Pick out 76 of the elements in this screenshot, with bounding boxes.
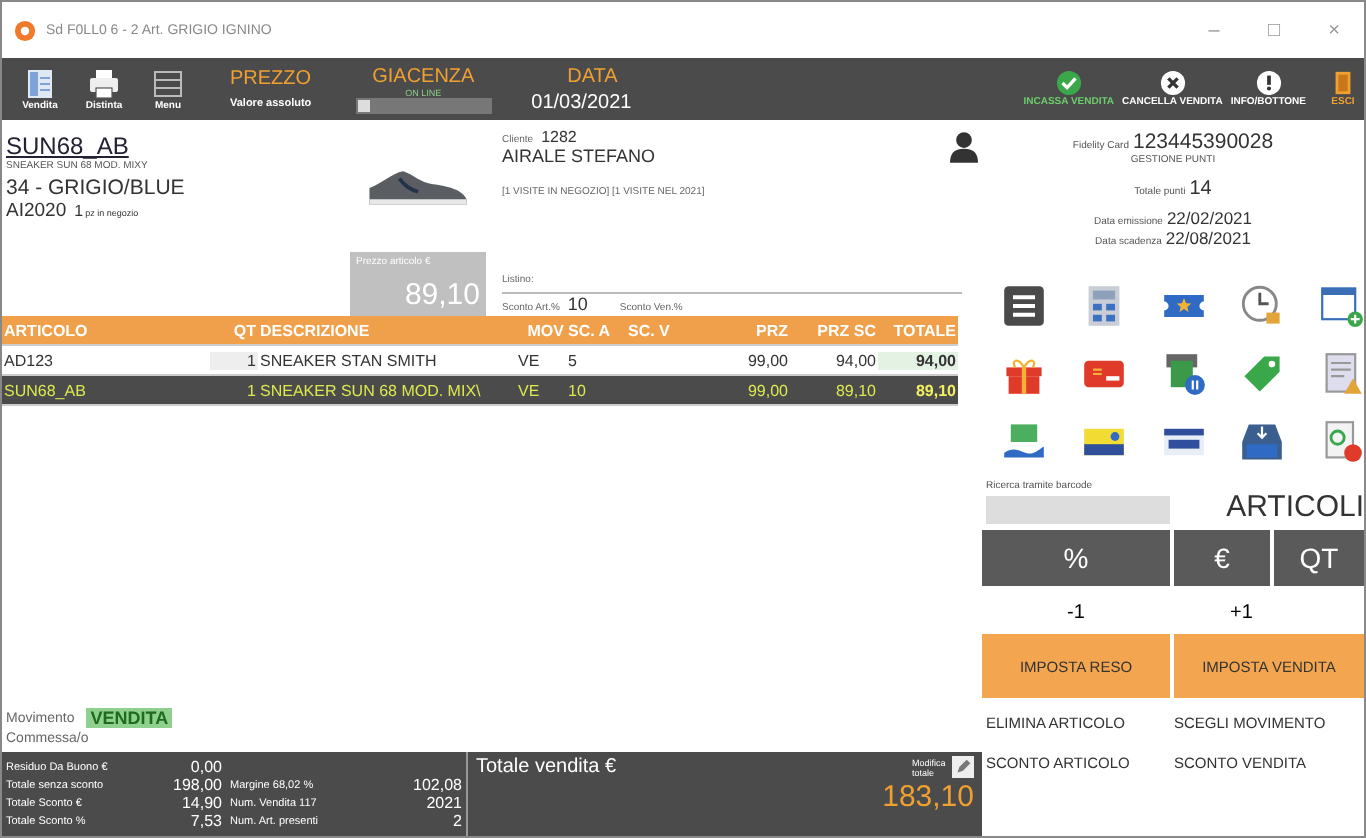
table-cell-text: 1 <box>245 381 258 399</box>
mode-title: ARTICOLI <box>1226 490 1364 524</box>
table-cell-text: VE <box>516 381 542 399</box>
table-cell-text: SNEAKER SUN 68 MOD. MIX\ <box>258 381 483 399</box>
article-price: 89,10 <box>402 278 480 312</box>
article-variant: 34 - GRIGIO/BLUE <box>6 176 187 200</box>
exclamation-icon <box>1255 70 1282 96</box>
summary-value: 7,53 <box>188 812 222 830</box>
step-button[interactable]: +1 <box>1170 590 1364 634</box>
table-cell-text: 5 <box>566 351 579 369</box>
fidelity-number: 123445390028 <box>1133 130 1274 154</box>
discount-value: 10 <box>567 294 588 314</box>
column-header: QT <box>231 321 258 339</box>
date-value: 01/03/2021 <box>531 91 632 113</box>
mode-button[interactable]: QT <box>1274 530 1364 586</box>
column-header: ARTICOLO <box>2 321 90 339</box>
column-header: SC. V <box>626 321 672 339</box>
table-cell-text: 99,00 <box>745 381 790 399</box>
stock-count: 1 <box>74 202 84 220</box>
checkmark-icon <box>1055 70 1082 96</box>
table-cell-text: 94,00 <box>833 351 878 369</box>
table-cell-text: 10 <box>566 381 588 399</box>
table-row[interactable]: SUN68_AB 1 SNEAKER SUN 68 MOD. MIX\ VE 10 99,00 89,10 89,10 <box>2 376 958 406</box>
tag-icon[interactable] <box>1240 352 1285 396</box>
table-cell-text: SUN68_AB <box>2 381 88 399</box>
menu-icon <box>152 67 184 99</box>
column-header: SC. A <box>566 321 613 339</box>
issue-date: 22/02/2021 <box>1166 208 1252 228</box>
table-cell-text: 89,10 <box>913 381 958 399</box>
price-title: PREZZO <box>230 68 312 90</box>
menu-icon[interactable] <box>1002 284 1046 328</box>
customer-name: AIRALE STEFANO <box>502 146 656 166</box>
summary-value: 14,90 <box>179 794 222 812</box>
expiry-date: 22/08/2021 <box>1165 228 1251 248</box>
stock-title: GIACENZA <box>372 65 475 87</box>
table-cell-text: SNEAKER STAN SMITH <box>258 351 439 369</box>
table-cell-text: VE <box>516 351 542 369</box>
column-header: DESCRIZIONE <box>258 321 372 339</box>
points-value: 14 <box>1189 178 1212 200</box>
window-add-icon[interactable] <box>1320 284 1364 328</box>
document-warning-icon[interactable] <box>1320 352 1364 396</box>
step-button[interactable]: -1 <box>982 590 1170 634</box>
printer-icon <box>88 67 120 99</box>
date-title: DATA <box>567 65 620 87</box>
summary-value: 0,00 <box>188 758 222 776</box>
summary-value: 102,08 <box>411 776 462 794</box>
column-header: TOTALE <box>891 321 958 339</box>
article-season: AI2020 <box>6 200 67 222</box>
summary-value: 2 <box>451 812 462 830</box>
table-cell-text: 99,00 <box>745 351 790 369</box>
total-label: Totale vendita € <box>476 756 617 782</box>
app-logo-icon <box>14 19 36 41</box>
edit-icon[interactable] <box>952 756 974 778</box>
inbox-icon[interactable] <box>1240 420 1285 464</box>
summary-value: 198,00 <box>171 776 222 794</box>
column-header: PRZ <box>754 321 790 339</box>
column-header: MOV <box>525 321 566 339</box>
column-header: PRZ SC <box>815 321 878 339</box>
barcode-field[interactable] <box>986 496 1170 524</box>
article-code: SUN68_AB <box>6 132 131 160</box>
movement-value: VENDITA <box>86 708 173 728</box>
cash-pause-icon[interactable] <box>1161 352 1205 396</box>
table-cell-text: AD123 <box>2 351 55 369</box>
door-icon <box>1330 70 1356 96</box>
list-icon <box>24 67 56 99</box>
customer-id: 1282 <box>541 128 577 146</box>
table-cell: 1 <box>210 351 258 369</box>
close-icon <box>1159 70 1186 96</box>
table-cell: 94,00 <box>878 351 958 369</box>
sale-total: 183,10 <box>882 780 974 814</box>
summary-value: 2021 <box>424 794 462 812</box>
table-cell-text: 89,10 <box>833 381 878 399</box>
person-icon <box>950 130 978 164</box>
stock-toggle[interactable] <box>355 97 492 113</box>
mode-button[interactable]: € <box>1174 530 1270 586</box>
mode-button[interactable]: % <box>982 530 1170 586</box>
